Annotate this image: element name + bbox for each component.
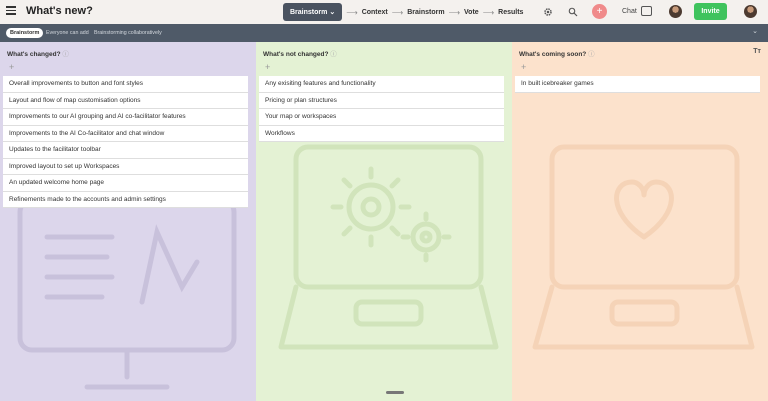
- step-results[interactable]: Results: [498, 9, 523, 16]
- step-brainstorm[interactable]: Brainstorm: [407, 9, 444, 16]
- arrow-right-icon: ⟶: [482, 7, 495, 17]
- step-vote[interactable]: Vote: [464, 9, 479, 16]
- laptop-heart-illustration: [532, 144, 755, 350]
- search-icon[interactable]: [568, 7, 578, 17]
- idea-card[interactable]: Your map or workspaces: [259, 109, 504, 126]
- mode-note: Brainstorming collaboratively: [94, 30, 162, 36]
- idea-card[interactable]: In built icebreaker games: [515, 76, 760, 93]
- arrow-right-icon: ⟶: [346, 7, 358, 17]
- info-icon: ⓘ: [62, 51, 69, 58]
- card-list: Overall improvements to button and font …: [3, 76, 248, 208]
- info-icon: ⓘ: [588, 51, 595, 58]
- chat-label[interactable]: Chat: [622, 8, 637, 15]
- column-title: What's not changed? ⓘ: [263, 51, 337, 58]
- monitor-illustration: [17, 197, 237, 390]
- avatar[interactable]: [669, 5, 682, 18]
- step-navigation: Brainstorm ⌄ ⟶ Context ⟶ Brainstorm ⟶ Vo…: [283, 3, 523, 21]
- plus-circle-icon[interactable]: +: [592, 4, 607, 19]
- column-title: What's changed? ⓘ: [7, 51, 69, 58]
- chevron-down-icon: ⌄: [329, 9, 336, 16]
- info-icon: ⓘ: [330, 51, 337, 58]
- top-bar: What's new? Brainstorm ⌄ ⟶ Context ⟶ Bra…: [0, 0, 768, 24]
- session-subbar: Brainstorm Everyone can add Brainstormin…: [0, 24, 768, 42]
- phase-badge: Brainstorm: [6, 28, 44, 38]
- page-title: What's new?: [26, 5, 93, 17]
- resize-handle[interactable]: [386, 391, 404, 394]
- gear-icon[interactable]: [543, 7, 553, 17]
- step-context[interactable]: Context: [362, 9, 388, 16]
- permission-note: Everyone can add: [46, 30, 89, 36]
- column-whats-changed: What's changed? ⓘ + Overall improvements…: [0, 42, 256, 401]
- column-whats-not-changed: What's not changed? ⓘ + Any exisiting fe…: [256, 42, 512, 401]
- chat-icon[interactable]: [641, 6, 652, 16]
- arrow-right-icon: ⟶: [391, 7, 404, 17]
- card-list: In built icebreaker games: [515, 76, 760, 93]
- invite-button[interactable]: Invite: [694, 3, 727, 20]
- arrow-right-icon: ⟶: [448, 7, 461, 17]
- laptop-gears-illustration: [278, 144, 499, 350]
- column-title: What's coming soon? ⓘ: [519, 51, 595, 58]
- step-dropdown-active[interactable]: Brainstorm ⌄: [283, 3, 343, 21]
- idea-card[interactable]: Workflows: [259, 125, 504, 142]
- idea-card[interactable]: Updates to the facilitator toolbar: [3, 142, 248, 159]
- idea-card[interactable]: An updated welcome home page: [3, 175, 248, 192]
- column-whats-coming-soon: What's coming soon? ⓘ Tт + In built iceb…: [512, 42, 768, 401]
- idea-card[interactable]: Improvements to the AI Co-facilitator an…: [3, 125, 248, 142]
- idea-card[interactable]: Improvements to our AI grouping and AI c…: [3, 109, 248, 126]
- add-card-button[interactable]: +: [265, 62, 270, 72]
- idea-card[interactable]: Overall improvements to button and font …: [3, 76, 248, 93]
- add-card-button[interactable]: +: [9, 62, 14, 72]
- card-list: Any exisiting features and functionality…: [259, 76, 504, 142]
- chevron-down-icon[interactable]: ⌄: [752, 27, 758, 35]
- idea-card[interactable]: Layout and flow of map customisation opt…: [3, 92, 248, 109]
- text-size-icon[interactable]: Tт: [753, 48, 761, 55]
- add-card-button[interactable]: +: [521, 62, 526, 72]
- idea-card[interactable]: Any exisiting features and functionality: [259, 76, 504, 93]
- idea-card[interactable]: Pricing or plan structures: [259, 92, 504, 109]
- idea-card[interactable]: Refinements made to the accounts and adm…: [3, 191, 248, 208]
- hamburger-icon[interactable]: [6, 6, 16, 16]
- avatar[interactable]: [744, 5, 757, 18]
- idea-card[interactable]: Improved layout to set up Workspaces: [3, 158, 248, 175]
- active-step-label: Brainstorm: [290, 8, 328, 16]
